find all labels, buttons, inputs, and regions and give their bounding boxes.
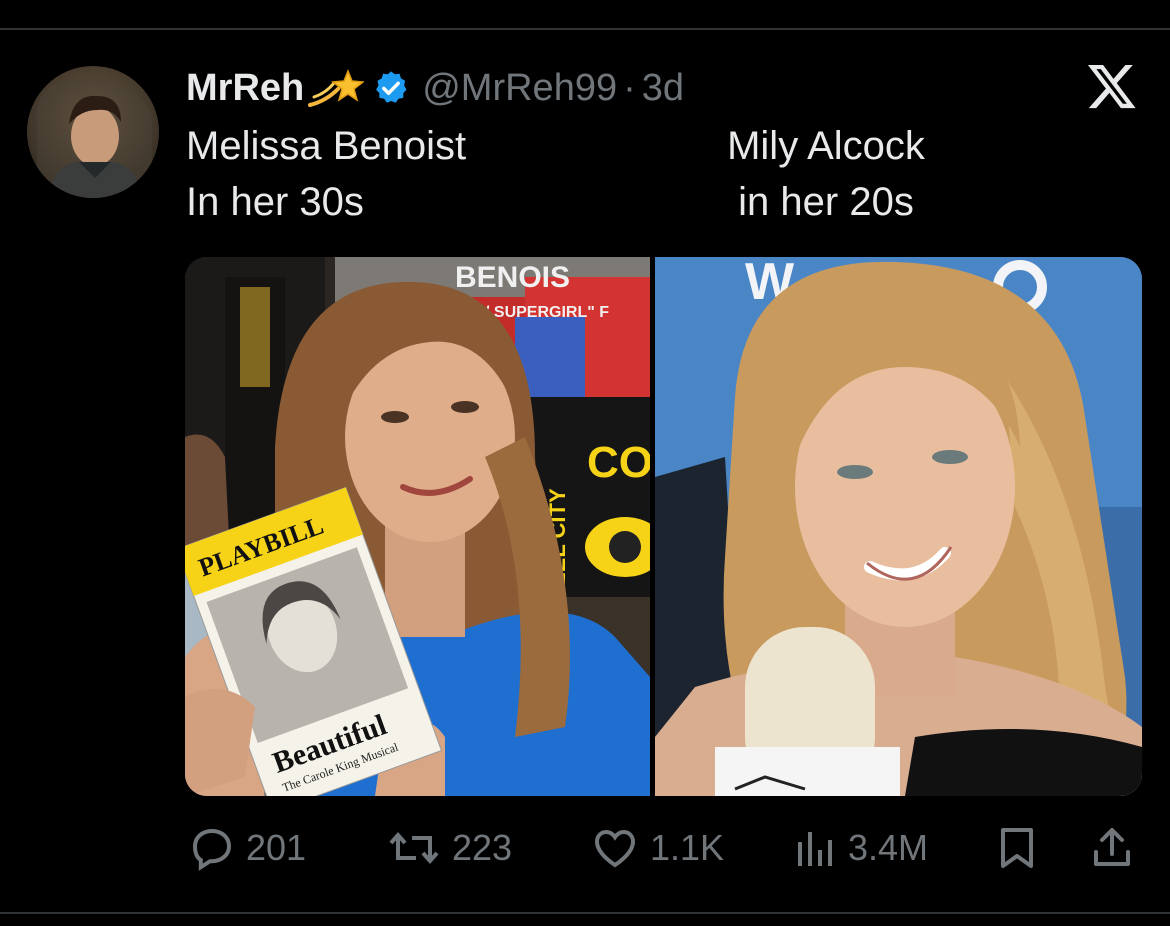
reply-icon xyxy=(192,828,232,871)
x-logo-icon xyxy=(1087,64,1136,109)
avatar[interactable] xyxy=(27,66,159,198)
repost-count: 223 xyxy=(452,827,513,868)
left-caption-line-1: Melissa Benoist xyxy=(186,124,467,168)
separator-dot: · xyxy=(623,66,636,109)
share-icon xyxy=(1094,828,1130,866)
left-caption: Melissa Benoist In her 30s xyxy=(186,118,466,230)
booth-sign-text: CO xyxy=(587,438,650,487)
bookmark-button[interactable] xyxy=(995,818,1039,878)
left-caption-line-2: In her 30s xyxy=(186,180,364,224)
post-header: MrReh @MrReh99 · 3d xyxy=(186,62,684,114)
like-button[interactable]: 1.1K xyxy=(590,818,724,878)
post-media[interactable]: BENOIS / SUPERGIRL" F CO EEL CITY PLAYBI… xyxy=(185,257,1142,796)
repost-button[interactable]: 223 xyxy=(386,818,512,878)
verified-badge-icon xyxy=(376,71,407,103)
heart-icon xyxy=(594,829,636,868)
display-name[interactable]: MrReh xyxy=(186,67,304,110)
views-button[interactable]: 3.4M xyxy=(794,818,928,878)
right-caption-line-2: in her 20s xyxy=(738,180,914,224)
reply-button[interactable]: 201 xyxy=(188,818,306,878)
right-caption-line-1: Mily Alcock xyxy=(727,124,925,168)
repost-icon xyxy=(389,831,439,865)
bookmark-icon xyxy=(1001,828,1033,868)
views-icon xyxy=(798,832,832,866)
share-button[interactable] xyxy=(1088,818,1136,878)
like-count: 1.1K xyxy=(650,827,725,868)
booth-banner-text: BENOIS xyxy=(455,261,570,294)
left-photo[interactable]: BENOIS / SUPERGIRL" F CO EEL CITY PLAYBI… xyxy=(185,257,650,796)
right-photo[interactable]: W xyxy=(655,257,1142,796)
top-divider xyxy=(0,28,1170,30)
user-handle[interactable]: @MrReh99 xyxy=(422,67,617,110)
action-bar: 201 223 1.1K 3.4M xyxy=(0,818,1170,878)
views-count: 3.4M xyxy=(848,827,929,868)
post-time[interactable]: 3d xyxy=(642,67,684,110)
shooting-star-icon xyxy=(308,68,365,107)
bottom-divider xyxy=(0,912,1170,914)
right-caption: Mily Alcock in her 20s xyxy=(712,118,940,230)
avatar-image xyxy=(27,66,159,198)
reply-count: 201 xyxy=(246,827,307,868)
